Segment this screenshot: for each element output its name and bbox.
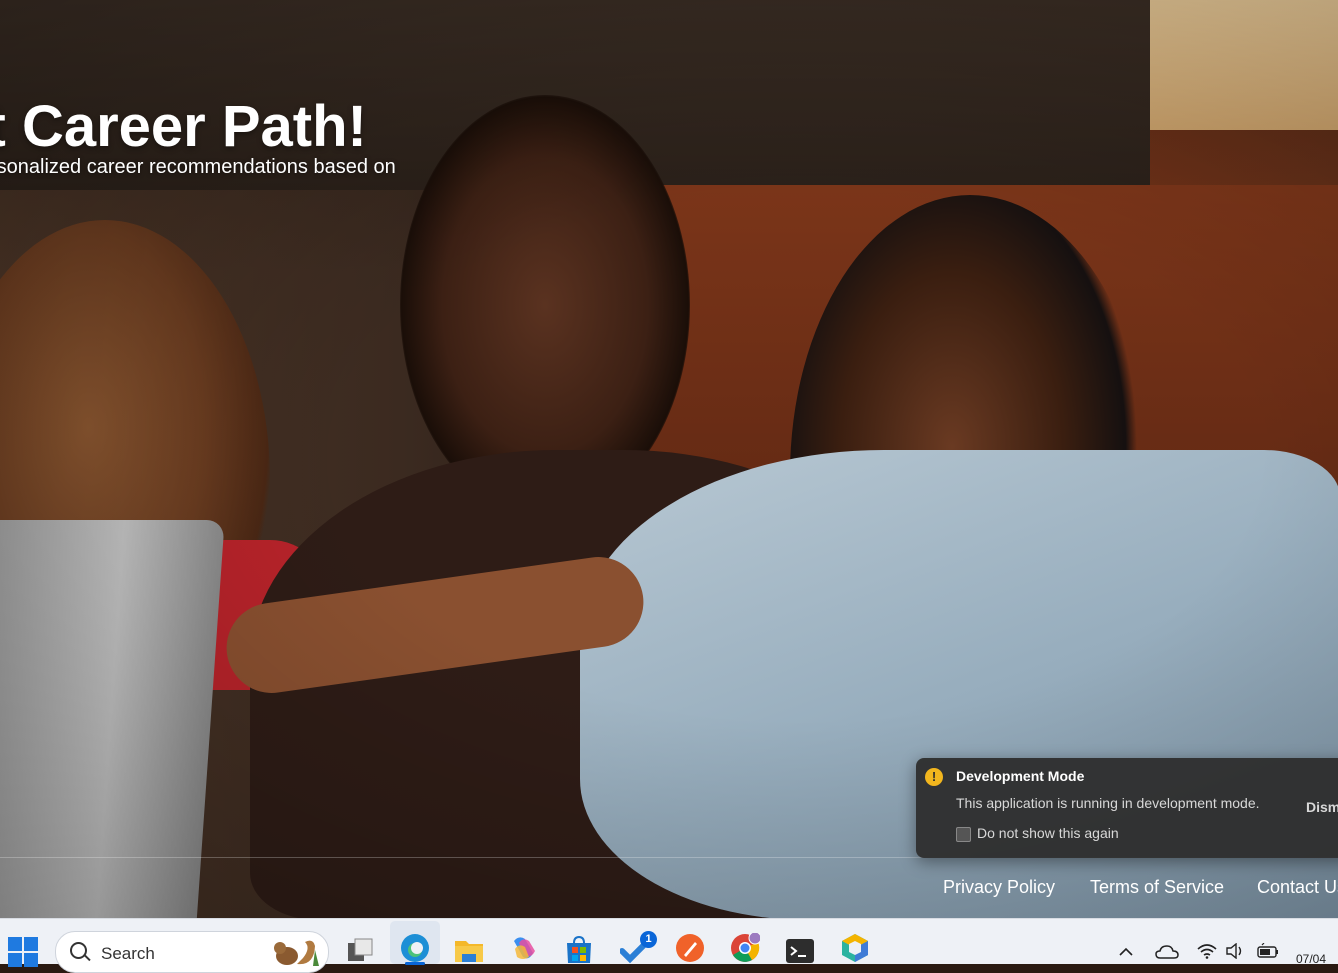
toast-message: This application is running in developme… (956, 795, 1260, 811)
battery-icon[interactable] (1256, 943, 1280, 959)
wifi-icon[interactable] (1197, 943, 1217, 959)
search-icon (70, 942, 87, 959)
file-explorer-icon[interactable] (454, 935, 484, 965)
chevron-up-icon[interactable] (1118, 947, 1134, 957)
hexagon-app-icon[interactable] (840, 933, 870, 963)
microsoft-store-icon[interactable] (564, 935, 594, 965)
hero-subtitle: rsonalized career recommendations based … (0, 156, 396, 178)
onedrive-cloud-icon[interactable] (1155, 944, 1179, 960)
taskbar-search[interactable]: Search (55, 931, 329, 973)
todo-badge: 1 (640, 931, 657, 948)
taskbar-clock[interactable]: 07/04 (1296, 952, 1326, 966)
pen-app-icon[interactable] (675, 933, 705, 963)
contact-us-link[interactable]: Contact Us (1257, 877, 1338, 898)
task-view-icon[interactable] (345, 935, 375, 965)
volume-icon[interactable] (1225, 943, 1245, 959)
terminal-icon[interactable] (785, 936, 815, 966)
dismiss-button[interactable]: Dism (1306, 799, 1338, 815)
copilot-icon[interactable] (509, 933, 539, 963)
do-not-show-checkbox[interactable] (956, 827, 971, 842)
terms-of-service-link[interactable]: Terms of Service (1090, 877, 1224, 898)
edge-active-indicator (405, 962, 425, 965)
toast-title: Development Mode (956, 768, 1085, 784)
chrome-icon[interactable] (730, 933, 760, 963)
taskbar: Search 1 07/04 (0, 918, 1338, 973)
squirrel-icon (274, 940, 319, 966)
hero-title: ect Career Path! (0, 94, 367, 159)
search-placeholder: Search (101, 944, 155, 963)
edge-icon[interactable] (400, 933, 430, 963)
privacy-policy-link[interactable]: Privacy Policy (943, 877, 1055, 898)
dev-mode-toast: ! Development Mode This application is r… (916, 758, 1338, 858)
do-not-show-label[interactable]: Do not show this again (977, 825, 1119, 841)
warning-icon: ! (925, 768, 943, 786)
